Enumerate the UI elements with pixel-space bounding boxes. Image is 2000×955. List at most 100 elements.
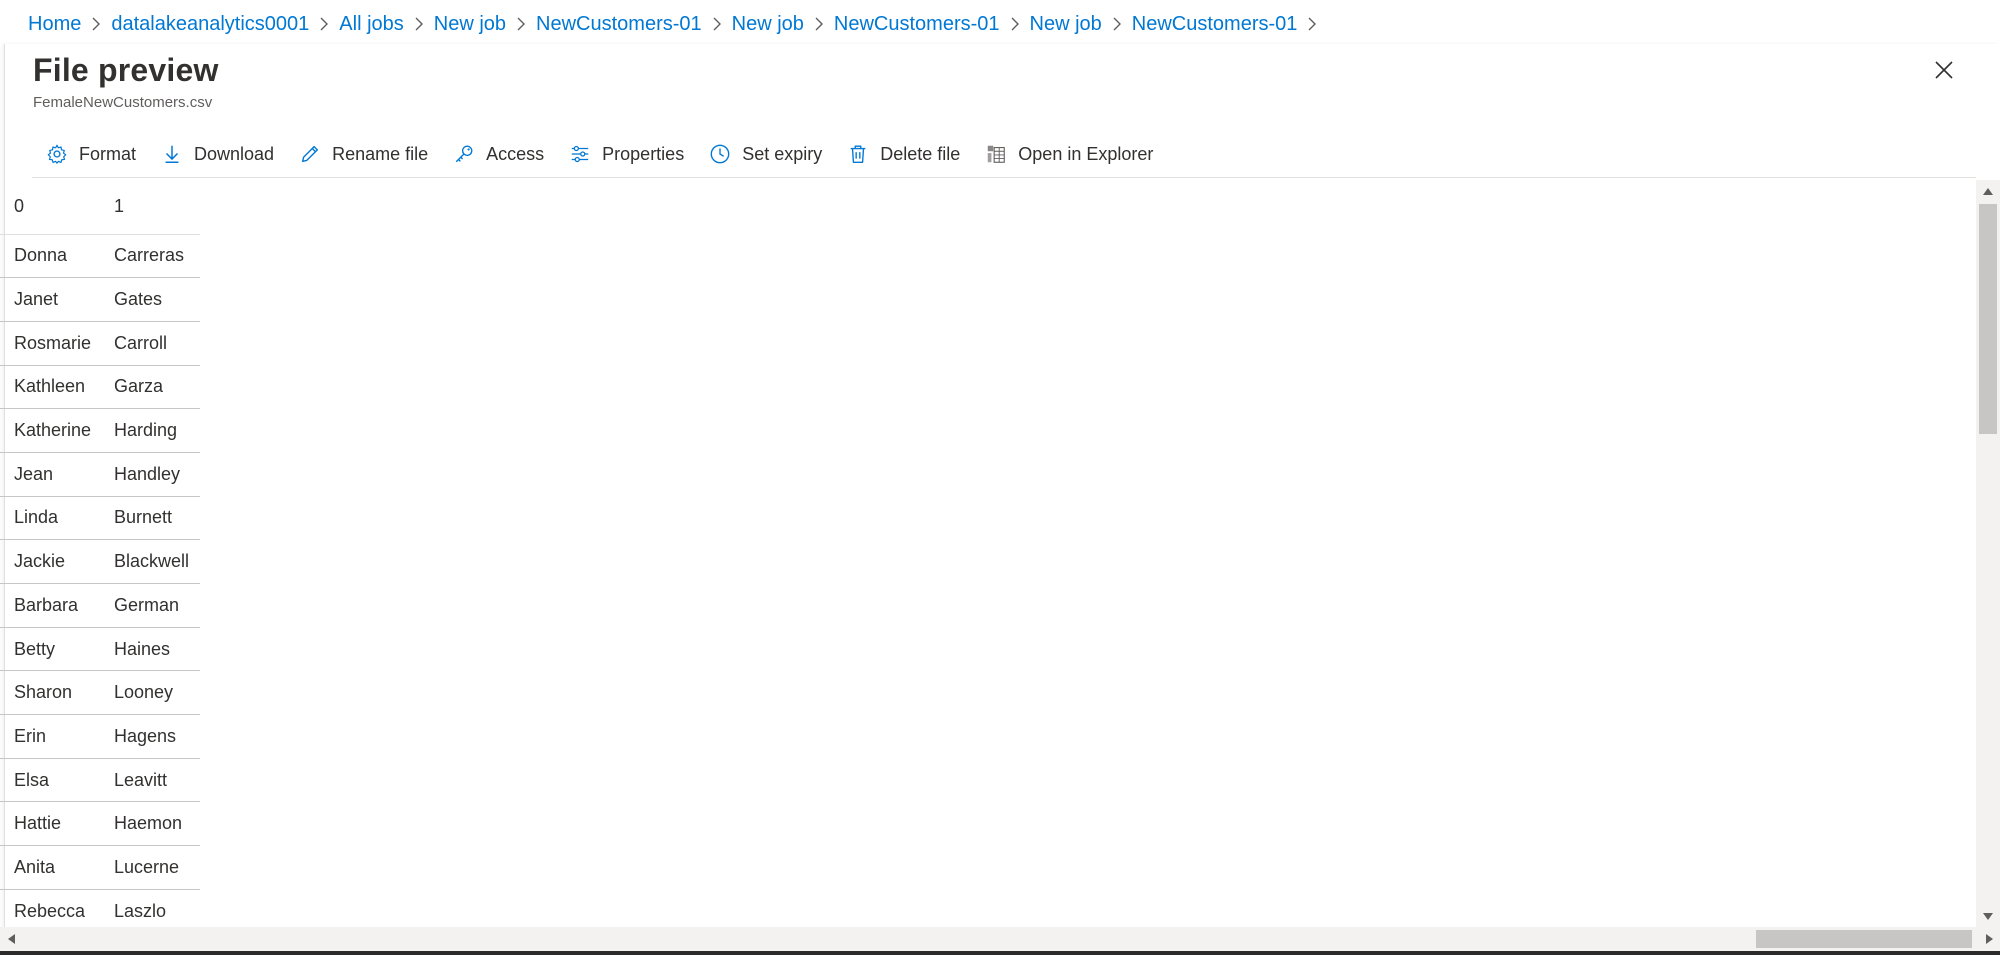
access-button[interactable]: Access (440, 136, 556, 172)
table-row[interactable]: Katherine Harding (0, 408, 200, 453)
breadcrumb: Home datalakeanalytics0001 All jobs New … (28, 10, 1327, 38)
delete-file-button[interactable]: Delete file (834, 136, 972, 172)
table-cell: Haemon (100, 801, 200, 847)
table-cell: Carreras (100, 234, 200, 279)
table-row[interactable]: Barbara German (0, 583, 200, 628)
column-header[interactable]: 0 (0, 180, 100, 235)
command-bar: Format Download Rename file Access Prope… (33, 132, 1165, 176)
close-icon (1935, 61, 1953, 79)
table-cell: Carroll (100, 321, 200, 366)
breadcrumb-new-job[interactable]: New job (1030, 13, 1102, 36)
clock-icon (708, 142, 732, 166)
column-header[interactable]: 1 (100, 180, 200, 235)
pencil-icon (298, 142, 322, 166)
table-row[interactable]: Janet Gates (0, 277, 200, 322)
access-label: Access (486, 143, 545, 164)
table-cell: Hagens (100, 714, 200, 759)
properties-label: Properties (602, 143, 685, 164)
table-cell: German (100, 583, 200, 628)
key-icon (452, 142, 476, 166)
breadcrumb-datalakeanalytics[interactable]: datalakeanalytics0001 (111, 13, 309, 36)
toolbar-divider (32, 177, 1976, 178)
breadcrumb-home[interactable]: Home (28, 13, 81, 36)
table-cell: Handley (100, 452, 200, 497)
table-row[interactable]: Jean Handley (0, 452, 200, 497)
chevron-right-icon (702, 10, 732, 38)
scroll-right-arrow[interactable] (1978, 927, 2000, 951)
table-row[interactable]: Erin Hagens (0, 714, 200, 759)
table-cell: Barbara (0, 583, 100, 628)
table-cell: Erin (0, 714, 100, 759)
vertical-scroll-thumb[interactable] (1979, 204, 1997, 434)
table-cell: Haines (100, 627, 200, 672)
open-in-explorer-button[interactable]: Open in Explorer (972, 136, 1165, 172)
table-cell: Betty (0, 627, 100, 672)
table-cell: Gates (100, 277, 200, 322)
breadcrumb-new-job[interactable]: New job (732, 13, 804, 36)
table-cell: Laszlo (100, 889, 200, 927)
download-label: Download (194, 143, 275, 164)
download-icon (160, 142, 184, 166)
table-row[interactable]: Donna Carreras (0, 234, 200, 279)
chevron-right-icon (1102, 10, 1132, 38)
table-cell: Looney (100, 670, 200, 716)
table-row[interactable]: Rosmarie Carroll (0, 321, 200, 366)
format-button[interactable]: Format (33, 136, 148, 172)
breadcrumb-new-job[interactable]: New job (434, 13, 506, 36)
table-row[interactable]: Rebecca Laszlo (0, 889, 200, 927)
table-cell: Hattie (0, 801, 100, 847)
delete-file-label: Delete file (880, 143, 961, 164)
table-cell: Elsa (0, 758, 100, 803)
breadcrumb-newcustomers[interactable]: NewCustomers-01 (536, 13, 702, 36)
format-label: Format (79, 143, 137, 164)
table-cell: Garza (100, 365, 200, 410)
set-expiry-label: Set expiry (742, 143, 823, 164)
chevron-right-icon (81, 10, 111, 38)
chevron-right-icon (404, 10, 434, 38)
gear-icon (45, 142, 69, 166)
download-button[interactable]: Download (148, 136, 286, 172)
table-row[interactable]: Elsa Leavitt (0, 758, 200, 803)
table-cell: Donna (0, 234, 100, 279)
scroll-up-arrow[interactable] (1976, 180, 2000, 202)
table-row[interactable]: Linda Burnett (0, 496, 200, 541)
chevron-right-icon (506, 10, 536, 38)
table-cell: Jean (0, 452, 100, 497)
table-cell: Lucerne (100, 845, 200, 890)
vertical-scrollbar[interactable] (1976, 180, 2000, 927)
data-table: 0 1 Donna Carreras Janet Gates Rosmarie Carro… (0, 180, 200, 927)
scroll-left-arrow[interactable] (0, 927, 22, 951)
trash-icon (846, 142, 870, 166)
table-row[interactable]: Kathleen Garza (0, 365, 200, 410)
table-row[interactable]: Anita Lucerne (0, 845, 200, 890)
sliders-icon (568, 142, 592, 166)
scroll-down-arrow[interactable] (1976, 905, 2000, 927)
chevron-right-icon (804, 10, 834, 38)
set-expiry-button[interactable]: Set expiry (696, 136, 834, 172)
chevron-right-icon (309, 10, 339, 38)
table-cell: Burnett (100, 496, 200, 541)
table-row[interactable]: Sharon Looney (0, 670, 200, 716)
rename-file-label: Rename file (332, 143, 429, 164)
table-row[interactable]: Hattie Haemon (0, 801, 200, 847)
table-row[interactable]: Jackie Blackwell (0, 539, 200, 584)
table-cell: Rebecca (0, 889, 100, 927)
breadcrumb-all-jobs[interactable]: All jobs (339, 13, 403, 36)
table-cell: Kathleen (0, 365, 100, 410)
rename-file-button[interactable]: Rename file (286, 136, 440, 172)
breadcrumb-newcustomers[interactable]: NewCustomers-01 (1132, 13, 1298, 36)
chevron-right-icon (1000, 10, 1030, 38)
file-preview-grid: 0 1 Donna Carreras Janet Gates Rosmarie Carro… (0, 180, 1976, 927)
table-cell: Anita (0, 845, 100, 890)
table-header-row: 0 1 (0, 180, 200, 235)
breadcrumb-newcustomers[interactable]: NewCustomers-01 (834, 13, 1000, 36)
horizontal-scroll-thumb[interactable] (1756, 930, 1972, 948)
horizontal-scrollbar[interactable] (0, 927, 2000, 951)
explorer-icon (984, 142, 1008, 166)
table-cell: Jackie (0, 539, 100, 584)
table-row[interactable]: Betty Haines (0, 627, 200, 672)
table-cell: Harding (100, 408, 200, 453)
properties-button[interactable]: Properties (556, 136, 696, 172)
close-button[interactable] (1928, 54, 1960, 86)
table-cell: Blackwell (100, 539, 200, 584)
